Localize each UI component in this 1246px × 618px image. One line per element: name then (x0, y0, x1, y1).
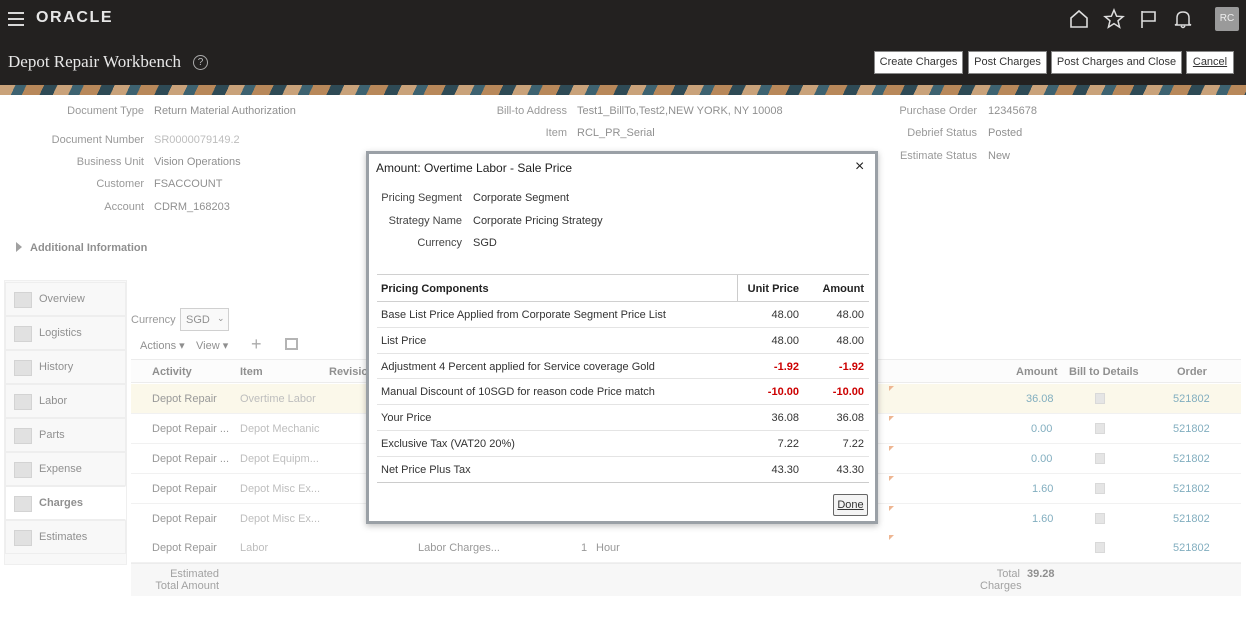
component-name: Base List Price Applied from Corporate S… (381, 309, 666, 321)
close-icon[interactable]: × (855, 158, 864, 176)
strategy-name-label: Strategy Name (388, 215, 462, 227)
star-icon[interactable] (1103, 8, 1125, 30)
post-charges-and-close-button[interactable]: Post Charges and Close (1051, 51, 1182, 74)
component-name: Manual Discount of 10SGD for reason code… (381, 386, 655, 399)
unit-price: -10.00 (767, 386, 799, 399)
post-charges-button[interactable]: Post Charges (968, 51, 1047, 74)
pricing-components-table: Pricing Components Unit Price Amount Bas… (377, 274, 869, 483)
pricing-segment-value: Corporate Segment (473, 192, 569, 204)
oracle-logo: ORACLE (36, 9, 114, 26)
currency-value: SGD (473, 237, 497, 249)
unit-price: 48.00 (771, 309, 799, 321)
unit-price: -1.92 (773, 360, 799, 373)
unit-price: 7.22 (777, 437, 799, 450)
unit-price: 43.30 (771, 463, 799, 476)
pricing-row: Your Price 36.08 36.08 (377, 405, 869, 431)
amount: 48.00 (836, 309, 864, 321)
component-name: Adjustment 4 Percent applied for Service… (381, 360, 655, 373)
pricing-row: Exclusive Tax (VAT20 20%) 7.22 7.22 (377, 431, 869, 457)
bell-icon[interactable] (1172, 8, 1194, 30)
component-name: Net Price Plus Tax (381, 463, 471, 476)
amount: 7.22 (842, 437, 864, 450)
dialog-title: Amount: Overtime Labor - Sale Price (376, 161, 573, 175)
menu-icon[interactable] (8, 12, 24, 26)
help-icon[interactable]: ? (193, 55, 208, 70)
strategy-name-value: Corporate Pricing Strategy (473, 215, 603, 227)
pricing-row: List Price 48.00 48.00 (377, 328, 869, 354)
decorative-banner (0, 85, 1246, 95)
header-unit-price: Unit Price (747, 283, 799, 295)
home-icon[interactable] (1068, 8, 1090, 30)
done-button[interactable]: Done (833, 494, 868, 516)
pricing-dialog: Amount: Overtime Labor - Sale Price × Pr… (366, 151, 878, 524)
create-charges-button[interactable]: Create Charges (874, 51, 963, 74)
pricing-row: Adjustment 4 Percent applied for Service… (377, 354, 869, 380)
header-pricing-components: Pricing Components (381, 283, 489, 295)
pricing-row: Manual Discount of 10SGD for reason code… (377, 379, 869, 406)
unit-price: 36.08 (771, 412, 799, 425)
component-name: Exclusive Tax (VAT20 20%) (381, 437, 515, 450)
amount: -10.00 (832, 386, 864, 399)
column-divider (737, 275, 738, 301)
currency-label: Currency (417, 237, 462, 249)
pricing-row: Net Price Plus Tax 43.30 43.30 (377, 457, 869, 483)
header-amount: Amount (822, 283, 864, 295)
amount: -1.92 (838, 360, 864, 373)
component-name: List Price (381, 334, 427, 347)
pricing-row: Base List Price Applied from Corporate S… (377, 302, 869, 328)
amount: 48.00 (836, 334, 864, 347)
page-title: Depot Repair Workbench (8, 52, 181, 71)
cancel-button[interactable]: Cancel (1186, 51, 1234, 74)
amount: 43.30 (836, 463, 864, 476)
pricing-segment-label: Pricing Segment (381, 192, 462, 204)
pricing-table-header: Pricing Components Unit Price Amount (377, 274, 869, 302)
amount: 36.08 (836, 412, 864, 425)
user-avatar[interactable]: RC (1215, 7, 1239, 31)
unit-price: 48.00 (771, 334, 799, 347)
flag-icon[interactable] (1138, 8, 1160, 30)
component-name: Your Price (381, 412, 432, 425)
